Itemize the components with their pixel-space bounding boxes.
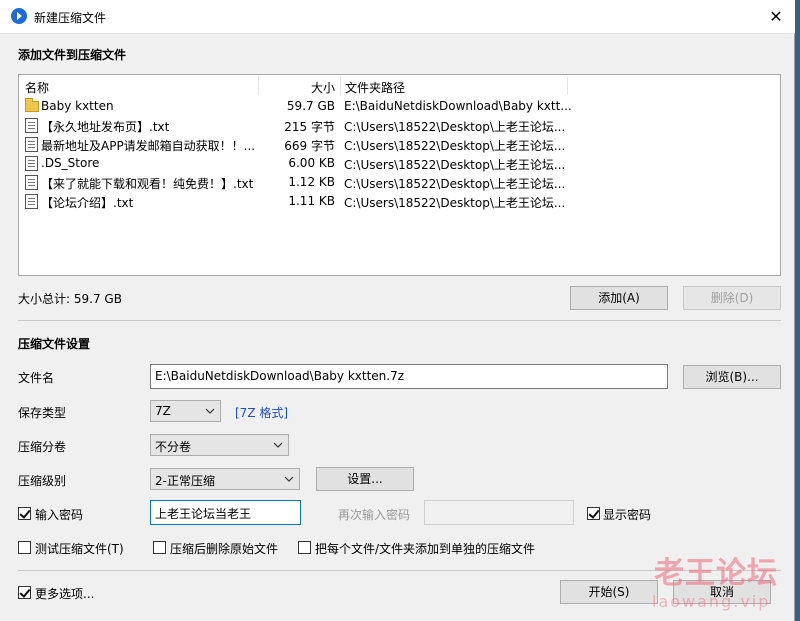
text-file-icon bbox=[25, 194, 38, 209]
text-file-icon bbox=[25, 175, 38, 190]
file-row[interactable]: 【来了就能下载和观看！纯免费！】.txt 1.12 KB C:\Users\18… bbox=[19, 173, 579, 192]
compression-level-label: 压缩级别 bbox=[18, 474, 67, 488]
section-divider bbox=[18, 320, 781, 321]
settings-button[interactable]: 设置... bbox=[316, 467, 414, 491]
test-archive-label[interactable]: 测试压缩文件(T) bbox=[35, 540, 124, 557]
password-checkbox[interactable] bbox=[18, 507, 31, 520]
separate-archives-label[interactable]: 把每个文件/文件夹添加到单独的压缩文件 bbox=[315, 540, 535, 557]
column-header-size[interactable]: 大小 bbox=[311, 79, 335, 96]
show-password-checkbox[interactable] bbox=[587, 507, 600, 520]
new-archive-dialog: 新建压缩文件 ✕ 添加文件到压缩文件 名称 大小 文件夹路径 Baby kxtt… bbox=[0, 0, 795, 621]
chevron-down-icon bbox=[272, 438, 284, 452]
compression-level-select[interactable]: 2-正常压缩 bbox=[150, 468, 300, 490]
start-button[interactable]: 开始(S) bbox=[560, 580, 658, 604]
watermark-text: 老王论坛 bbox=[654, 556, 778, 591]
add-button[interactable]: 添加(A) bbox=[570, 286, 668, 310]
file-icon bbox=[25, 156, 38, 171]
browse-button[interactable]: 浏览(B)... bbox=[683, 365, 781, 389]
column-header-name[interactable]: 名称 bbox=[25, 79, 49, 96]
filename-input[interactable]: E:\BaiduNetdiskDownload\Baby kxtten.7z bbox=[150, 364, 668, 389]
file-row[interactable]: Baby kxtten 59.7 GB E:\BaiduNetdiskDownl… bbox=[19, 97, 579, 116]
format-link[interactable]: [7Z 格式] bbox=[235, 404, 288, 421]
filename-label: 文件名 bbox=[18, 371, 55, 385]
file-list[interactable]: 名称 大小 文件夹路径 Baby kxtten 59.7 GB E:\Baidu… bbox=[18, 74, 781, 276]
show-password-label[interactable]: 显示密码 bbox=[603, 506, 651, 523]
more-options-label[interactable]: 更多选项... bbox=[35, 585, 94, 602]
files-section-title: 添加文件到压缩文件 bbox=[18, 48, 127, 62]
chevron-down-icon bbox=[283, 472, 295, 486]
repeat-password-label: 再次输入密码 bbox=[338, 508, 411, 522]
more-options-checkbox[interactable] bbox=[18, 586, 31, 599]
file-list-header: 名称 大小 文件夹路径 bbox=[19, 75, 780, 97]
delete-after-checkbox[interactable] bbox=[153, 541, 166, 554]
total-size-label: 大小总计: 59.7 GB bbox=[18, 292, 122, 306]
column-header-path[interactable]: 文件夹路径 bbox=[345, 79, 405, 96]
split-volume-select[interactable]: 不分卷 bbox=[150, 434, 289, 456]
text-file-icon bbox=[25, 137, 38, 152]
delete-button[interactable]: 删除(D) bbox=[683, 286, 781, 310]
settings-section-title: 压缩文件设置 bbox=[18, 337, 91, 351]
title-bar[interactable]: 新建压缩文件 ✕ bbox=[0, 0, 795, 34]
chevron-down-icon bbox=[204, 404, 216, 418]
split-volume-label: 压缩分卷 bbox=[18, 440, 67, 454]
folder-icon bbox=[25, 98, 39, 112]
repeat-password-input[interactable] bbox=[424, 500, 574, 525]
password-input[interactable]: 上老王论坛当老王 bbox=[150, 500, 301, 525]
text-file-icon bbox=[25, 118, 38, 133]
save-type-label: 保存类型 bbox=[18, 406, 67, 420]
file-row[interactable]: 【永久地址发布页】.txt 215 字节 C:\Users\18522\Desk… bbox=[19, 116, 579, 135]
file-row[interactable]: 【论坛介绍】.txt 1.11 KB C:\Users\18522\Deskto… bbox=[19, 192, 579, 211]
separate-archives-checkbox[interactable] bbox=[298, 541, 311, 554]
file-row[interactable]: 最新地址及APP请发邮箱自动获取！！... 669 字节 C:\Users\18… bbox=[19, 135, 579, 154]
test-archive-checkbox[interactable] bbox=[18, 541, 31, 554]
delete-after-label[interactable]: 压缩后删除原始文件 bbox=[170, 540, 278, 557]
file-row[interactable]: .DS_Store 6.00 KB C:\Users\18522\Desktop… bbox=[19, 154, 579, 173]
save-type-select[interactable]: 7Z bbox=[150, 400, 221, 422]
close-icon[interactable]: ✕ bbox=[760, 2, 792, 32]
bandizip-app-icon bbox=[11, 8, 27, 24]
password-checkbox-label[interactable]: 输入密码 bbox=[35, 506, 83, 523]
window-title: 新建压缩文件 bbox=[34, 11, 107, 25]
watermark-url: laowang.vip bbox=[652, 592, 771, 611]
